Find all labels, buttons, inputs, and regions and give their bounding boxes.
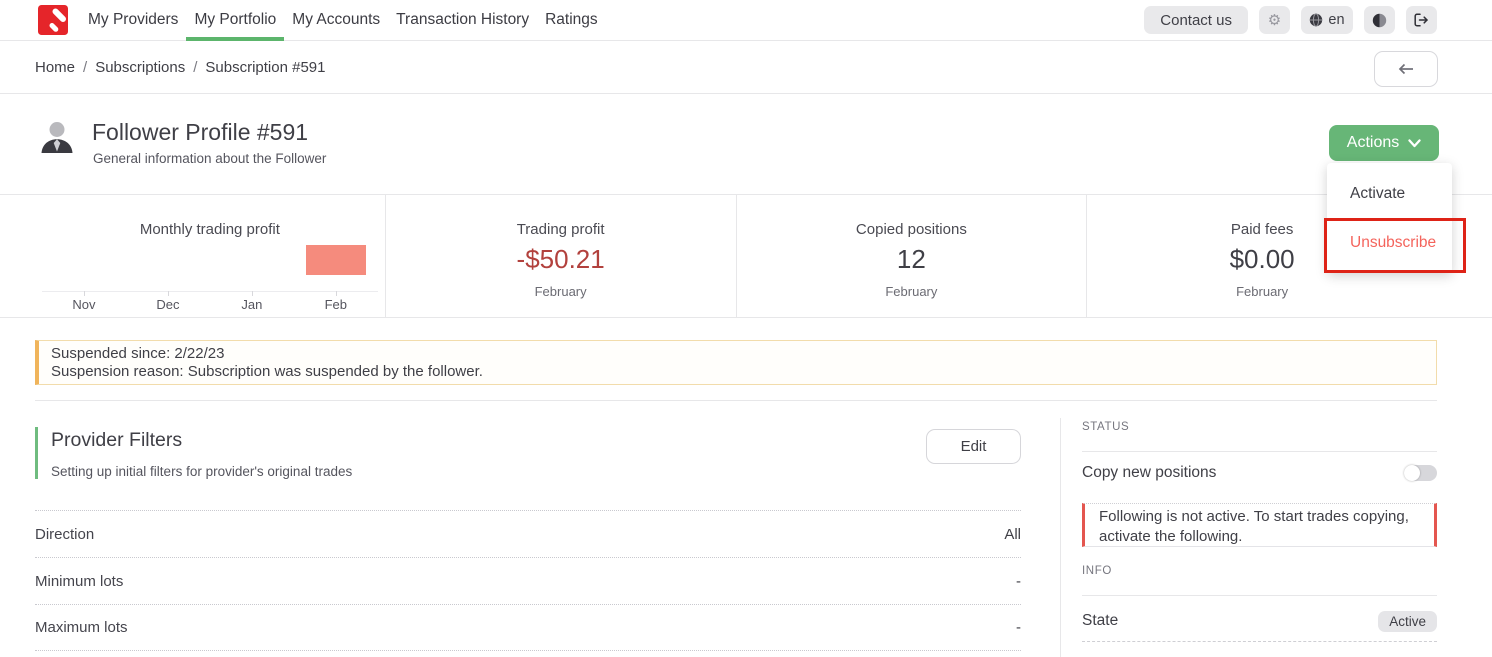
- gear-icon: ⚙: [1268, 13, 1281, 28]
- provider-filters-title: Provider Filters: [51, 429, 1021, 452]
- filter-rows: Direction All Minimum lots - Maximum lot…: [35, 510, 1021, 651]
- stat-copied-positions: Copied positions 12 February: [736, 195, 1087, 317]
- page: My Providers My Portfolio My Accounts Tr…: [0, 0, 1492, 657]
- stat-period: February: [1087, 284, 1437, 299]
- chart-axis-tick: [168, 291, 169, 296]
- back-button[interactable]: [1374, 51, 1438, 87]
- suspension-reason-text: Suspension reason: Subscription was susp…: [51, 363, 1424, 381]
- info-section-header: INFO: [1082, 565, 1112, 577]
- nav-item-ratings[interactable]: Ratings: [537, 0, 606, 41]
- menu-item-activate[interactable]: Activate: [1350, 185, 1405, 203]
- divider: [1082, 451, 1437, 452]
- provider-filters-subtitle: Setting up initial filters for provider'…: [51, 464, 1021, 479]
- filter-label: Minimum lots: [35, 573, 123, 590]
- stat-value: 12: [737, 244, 1087, 275]
- filter-row-maximum-lots: Maximum lots -: [35, 604, 1021, 651]
- top-navigation-bar: My Providers My Portfolio My Accounts Tr…: [0, 0, 1492, 41]
- actions-button-label: Actions: [1347, 134, 1399, 152]
- stat-period: February: [737, 284, 1087, 299]
- follower-avatar: [38, 118, 76, 156]
- copy-new-positions-toggle[interactable]: [1404, 465, 1437, 481]
- monthly-chart-axis: [42, 291, 378, 292]
- stat-trading-profit: Trading profit -$50.21 February: [385, 195, 736, 317]
- chart-title: Monthly trading profit: [35, 221, 385, 238]
- following-inactive-alert: Following is not active. To start trades…: [1082, 503, 1437, 547]
- chart-axis-label: Feb: [294, 297, 378, 312]
- stat-label: Trading profit: [386, 221, 736, 238]
- copy-new-positions-row: Copy new positions: [1082, 464, 1437, 482]
- menu-item-unsubscribe[interactable]: Unsubscribe: [1350, 234, 1436, 252]
- state-label: State: [1082, 612, 1118, 630]
- breadcrumb-row: Home / Subscriptions / Subscription #591: [0, 41, 1492, 94]
- toggle-knob: [1404, 465, 1420, 481]
- status-section-header: STATUS: [1082, 421, 1129, 433]
- settings-button[interactable]: ⚙: [1259, 6, 1290, 34]
- chart-bar-feb: [306, 245, 366, 275]
- filter-row-minimum-lots: Minimum lots -: [35, 557, 1021, 604]
- actions-button[interactable]: Actions: [1329, 125, 1439, 161]
- breadcrumb: Home / Subscriptions / Subscription #591: [35, 59, 326, 76]
- stat-label: Copied positions: [737, 221, 1087, 238]
- chart-axis-tick: [84, 291, 85, 296]
- edit-filters-button[interactable]: Edit: [926, 429, 1021, 464]
- monthly-chart-bars: [42, 245, 378, 291]
- filter-value: All: [1004, 526, 1021, 543]
- breadcrumb-current: Subscription #591: [205, 59, 325, 76]
- main-nav: My Providers My Portfolio My Accounts Tr…: [80, 0, 606, 41]
- theme-toggle-button[interactable]: [1364, 6, 1395, 34]
- chart-axis-tick: [252, 291, 253, 296]
- nav-item-my-accounts[interactable]: My Accounts: [284, 0, 388, 41]
- brand-logo-icon[interactable]: [38, 5, 68, 35]
- breadcrumb-separator: /: [193, 59, 197, 76]
- stat-value: -$50.21: [386, 244, 736, 275]
- stats-strip: Monthly trading profit NovDecJanFeb Trad…: [0, 194, 1492, 318]
- breadcrumb-home[interactable]: Home: [35, 59, 75, 76]
- filter-label: Maximum lots: [35, 619, 128, 636]
- suspension-since-text: Suspended since: 2/22/23: [51, 345, 1424, 363]
- section-divider: [35, 400, 1437, 401]
- state-badge: Active: [1378, 611, 1437, 632]
- filter-value: -: [1016, 573, 1021, 590]
- language-label: en: [1328, 12, 1344, 28]
- nav-item-my-portfolio[interactable]: My Portfolio: [186, 0, 284, 41]
- logout-icon: [1414, 13, 1429, 27]
- page-title: Follower Profile #591: [92, 119, 308, 146]
- filter-row-direction: Direction All: [35, 510, 1021, 557]
- contact-us-button[interactable]: Contact us: [1144, 6, 1248, 34]
- language-button[interactable]: en: [1301, 6, 1353, 34]
- divider: [1082, 595, 1437, 596]
- chevron-down-icon: [1408, 139, 1421, 148]
- nav-item-my-providers[interactable]: My Providers: [80, 0, 186, 41]
- state-row: State Active: [1082, 604, 1437, 638]
- filter-label: Direction: [35, 526, 94, 543]
- chart-axis-label: Jan: [210, 297, 294, 312]
- breadcrumb-subscriptions[interactable]: Subscriptions: [95, 59, 185, 76]
- page-subtitle: General information about the Follower: [93, 151, 326, 166]
- stat-monthly-trading-profit: Monthly trading profit NovDecJanFeb: [35, 195, 385, 317]
- content-sidebar-divider: [1060, 418, 1061, 657]
- globe-icon: [1309, 13, 1323, 27]
- chart-axis-tick: [336, 291, 337, 296]
- copy-new-positions-label: Copy new positions: [1082, 464, 1216, 482]
- chart-axis-label: Dec: [126, 297, 210, 312]
- suspension-alert: Suspended since: 2/22/23 Suspension reas…: [35, 340, 1437, 385]
- logout-button[interactable]: [1406, 6, 1437, 34]
- monthly-chart-labels: NovDecJanFeb: [42, 297, 378, 312]
- contrast-icon: [1372, 13, 1387, 28]
- actions-dropdown-menu: Activate Unsubscribe: [1327, 163, 1452, 273]
- dashed-divider: [1082, 641, 1437, 642]
- topbar-actions: Contact us ⚙ en: [1144, 6, 1437, 34]
- chart-axis-label: Nov: [42, 297, 126, 312]
- nav-item-transaction-history[interactable]: Transaction History: [388, 0, 537, 41]
- stat-period: February: [386, 284, 736, 299]
- filter-value: -: [1016, 619, 1021, 636]
- arrow-left-icon: [1397, 62, 1415, 76]
- breadcrumb-separator: /: [83, 59, 87, 76]
- provider-filters-header: Provider Filters Setting up initial filt…: [35, 427, 1021, 479]
